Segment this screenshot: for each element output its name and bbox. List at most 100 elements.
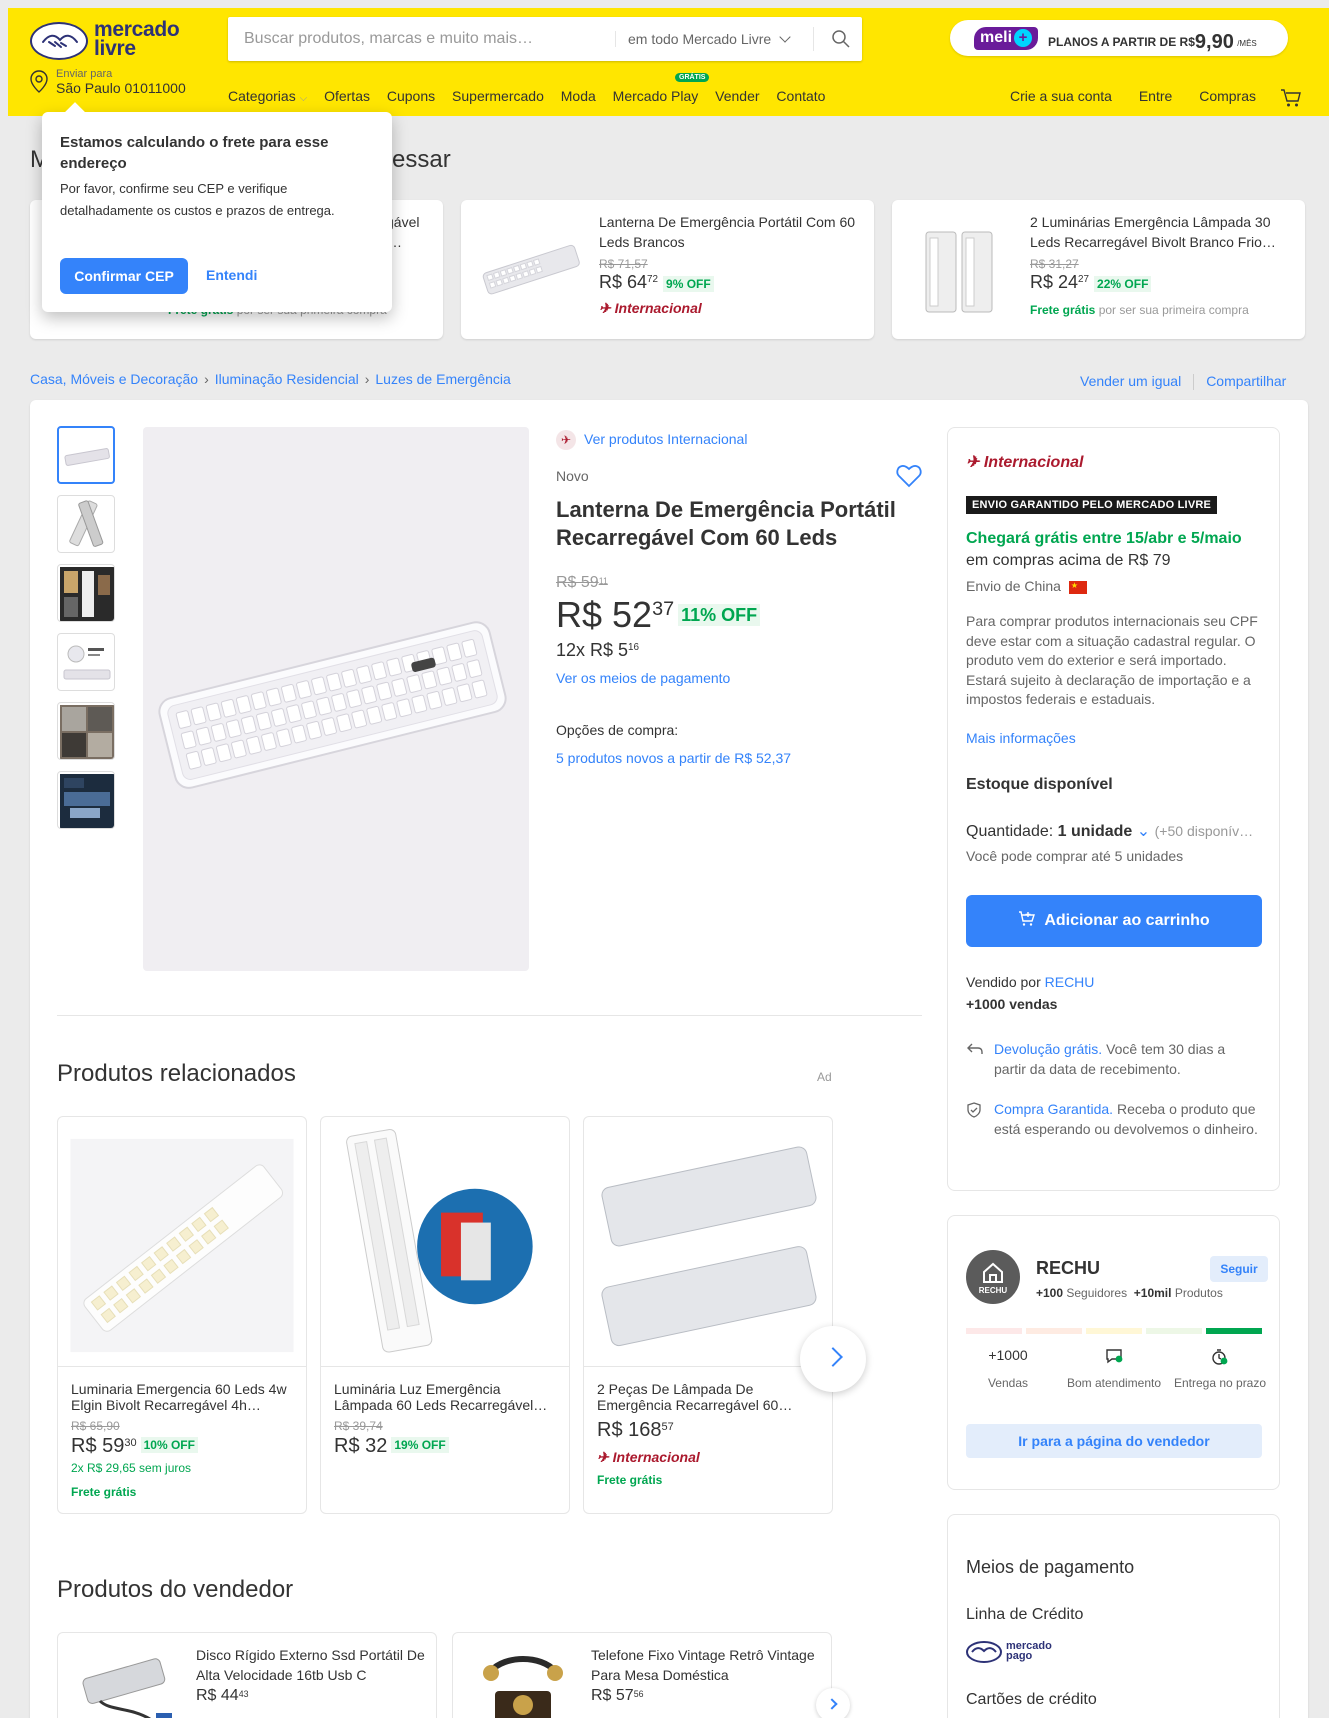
seller-product-price-cents: 43 (238, 1688, 249, 1699)
search-input[interactable]: Buscar produtos, marcas e muito mais… (244, 30, 533, 48)
add-to-cart-button[interactable]: Adicionar ao carrinho (966, 895, 1262, 947)
purchase-options-link[interactable]: 5 produtos novos a partir de R$ 52,37 (556, 750, 791, 766)
old-price: R$ 59 (556, 574, 599, 591)
product-title: Lanterna De Emergência Portátil Recarreg… (556, 497, 896, 550)
carousel-next-button[interactable] (800, 1326, 866, 1392)
gallery-thumbnail[interactable] (57, 771, 115, 829)
quantity-selector[interactable]: Quantidade: 1 unidade ⌄ (+50 disponív… (966, 821, 1253, 841)
chevron-right-icon (823, 1347, 843, 1367)
gratis-badge: GRÁTIS (675, 73, 710, 82)
seller-product-card[interactable]: Telefone Fixo Vintage Retrô Vintage Para… (452, 1632, 832, 1718)
chat-check-icon (1066, 1348, 1162, 1366)
product-image (82, 1658, 172, 1718)
chevron-down-icon: ⌄ (1136, 823, 1151, 840)
gallery-thumbnail[interactable] (57, 564, 115, 622)
nav-cupons[interactable]: Cupons (387, 88, 435, 104)
sales-label: Vendas (987, 1376, 1029, 1390)
international-store-link[interactable]: ✈ Ver produtos Internacional (556, 430, 747, 450)
breadcrumb-item[interactable]: Luzes de Emergência (375, 371, 510, 387)
related-product-card[interactable]: Luminaria Emergencia 60 Leds 4w Elgin Bi… (57, 1116, 307, 1514)
sell-similar-link[interactable]: Vender um igual (1080, 373, 1181, 389)
follow-button[interactable]: Seguir (1210, 1256, 1268, 1282)
more-info-link[interactable]: Mais informações (966, 730, 1076, 746)
seller-page-button[interactable]: Ir para a página do vendedor (966, 1424, 1262, 1458)
nav-vender[interactable]: Vender (715, 88, 759, 104)
search-scope-select[interactable]: em todo Mercado Livre (615, 31, 791, 47)
nav-moda[interactable]: Moda (561, 88, 596, 104)
delivery-label: Entrega no prazo (1173, 1376, 1267, 1390)
delivery-location[interactable]: Enviar para São Paulo 01011000 (30, 68, 200, 98)
share-actions: Vender um igual Compartilhar (1080, 373, 1286, 391)
purchases-link[interactable]: Compras (1199, 88, 1256, 104)
related-product-card[interactable]: 2 Peças De Lâmpada De Emergência Recarre… (583, 1116, 833, 1514)
china-flag-icon (1068, 580, 1087, 594)
nav-contato[interactable]: Contato (776, 88, 825, 104)
product-condition: Novo (556, 468, 589, 484)
related-product-name: Luminária Luz Emergência Lâmpada 60 Leds… (334, 1381, 548, 1413)
free-return-link[interactable]: Devolução grátis. (994, 1041, 1102, 1057)
ships-from: Envio de China (966, 578, 1061, 594)
add-to-cart-label: Adicionar ao carrinho (1044, 912, 1210, 929)
nav-supermercado[interactable]: Supermercado (452, 88, 544, 104)
free-shipping-label: Frete grátis (1030, 303, 1096, 317)
seller-product-name: Disco Rígido Externo Ssd Portátil De Alt… (196, 1647, 425, 1683)
mercado-livre-logo[interactable]: mercado livre (30, 19, 190, 64)
meli-plus-banner[interactable]: meli + PLANOS A PARTIR DE R$9,90 /MÊS (950, 20, 1288, 56)
history-card[interactable]: Lanterna De Emergência Portátil Com 60 L… (461, 200, 874, 339)
product-panel: ✈ Ver produtos Internacional Novo Lantern… (30, 400, 1308, 1718)
purchase-options-label: Opções de compra: (556, 722, 679, 738)
payment-methods-link[interactable]: Ver os meios de pagamento (556, 670, 730, 686)
related-product-card[interactable]: Luminária Luz Emergência Lâmpada 60 Leds… (320, 1116, 570, 1514)
return-arrow-icon (967, 1043, 983, 1054)
nav-ofertas[interactable]: Ofertas (324, 88, 370, 104)
favorite-heart-icon[interactable] (896, 464, 922, 488)
gallery-thumbnail[interactable] (57, 633, 115, 691)
search-icon[interactable] (831, 29, 851, 52)
current-price: R$ 52 (556, 594, 653, 635)
product-image (321, 1128, 569, 1367)
logo-line2: livre (94, 37, 136, 60)
history-card-name: 2 Luminárias Emergência Lâmpada 30 Leds … (1030, 214, 1276, 250)
seller-product-card[interactable]: Disco Rígido Externo Ssd Portátil De Alt… (57, 1632, 437, 1718)
products-label: Produtos (1174, 1286, 1223, 1300)
airplane-icon: ✈ (556, 430, 576, 450)
meli-plus-sign: + (1014, 29, 1033, 47)
seller-link[interactable]: RECHU (1045, 974, 1095, 990)
seller-avatar[interactable]: RECHU (966, 1250, 1020, 1304)
gallery-thumbnail[interactable] (57, 702, 115, 760)
cart-icon[interactable] (1280, 88, 1302, 108)
gallery-thumbnail[interactable] (57, 426, 115, 484)
metric-sales: +1000 Vendas (960, 1348, 1056, 1391)
chevron-down-icon: ⌵ (299, 93, 308, 104)
gallery-thumbnail[interactable] (57, 495, 115, 553)
free-shipping-label: Frete grátis (71, 1485, 137, 1499)
free-shipping-threshold: em compras acima de R$ 79 (966, 552, 1171, 569)
seller-product-price-cents: 56 (633, 1688, 644, 1699)
history-card[interactable]: 2 Luminárias Emergência Lâmpada 30 Leds … (892, 200, 1305, 339)
search-divider (813, 27, 814, 51)
dismiss-button[interactable]: Entendi (206, 267, 257, 283)
share-link[interactable]: Compartilhar (1206, 373, 1286, 389)
discount-badge: 10% OFF (140, 1437, 198, 1453)
product-image (483, 1656, 563, 1718)
seller-product-name: Telefone Fixo Vintage Retrô Vintage Para… (591, 1647, 815, 1683)
purchase-guarantee-link[interactable]: Compra Garantida. (994, 1101, 1113, 1117)
main-product-image[interactable] (143, 427, 529, 971)
search-bar[interactable]: Buscar produtos, marcas e muito mais… em… (228, 17, 862, 61)
ad-label: Ad (817, 1070, 832, 1084)
breadcrumb-item[interactable]: Casa, Móveis e Decoração (30, 371, 198, 387)
seller-carousel-next-button[interactable] (816, 1688, 850, 1718)
nav-mercado-play[interactable]: Mercado Play (613, 88, 699, 104)
breadcrumb-item[interactable]: Iluminação Residencial (215, 371, 359, 387)
confirm-cep-button[interactable]: Confirmar CEP (60, 258, 188, 294)
login-link[interactable]: Entre (1139, 88, 1172, 104)
nav-categorias[interactable]: Categorias ⌵ (228, 88, 307, 104)
related-price-cents: 30 (124, 1437, 137, 1450)
related-old-price: R$ 39,74 (334, 1419, 383, 1433)
meli-badge-text: meli (980, 29, 1013, 46)
history-card-name-ellipsis: … (388, 234, 402, 250)
current-price-cents: 37 (652, 597, 675, 620)
create-account-link[interactable]: Crie a sua conta (1010, 88, 1112, 104)
guaranteed-shipping-badge: ENVIO GARANTIDO PELO MERCADO LIVRE (966, 496, 1218, 514)
location-pin-icon (30, 70, 48, 93)
